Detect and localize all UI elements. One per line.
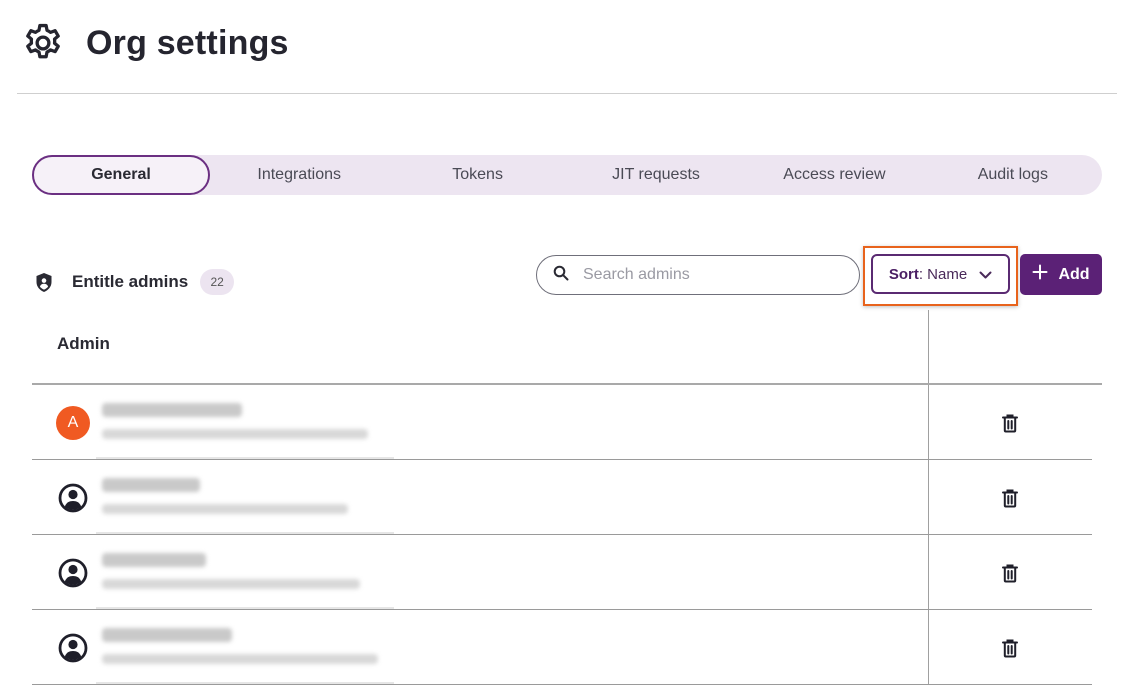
sort-value: Name [927, 265, 968, 283]
page-header: Org settings [20, 18, 289, 68]
sort-key-label: Sort [888, 265, 919, 283]
table-row [32, 610, 1092, 685]
tab-audit-logs[interactable]: Audit logs [924, 155, 1102, 195]
tab-tokens[interactable]: Tokens [388, 155, 566, 195]
trash-icon[interactable] [998, 636, 1022, 660]
admin-email-redacted [102, 504, 348, 514]
user-avatar-icon [56, 556, 90, 590]
user-avatar-icon [56, 631, 90, 665]
search-input[interactable] [583, 266, 823, 284]
table-row [32, 535, 1092, 610]
admin-count-badge: 22 [200, 269, 235, 295]
trash-icon[interactable] [998, 411, 1022, 435]
admin-name-redacted [102, 478, 200, 492]
column-header-admin: Admin [57, 334, 110, 353]
admin-email-redacted [102, 579, 360, 589]
user-avatar-icon [56, 481, 90, 515]
search-icon [553, 265, 569, 286]
gear-icon [20, 20, 66, 66]
table-row [32, 460, 1092, 535]
shield-icon [34, 271, 54, 293]
admin-name-redacted [102, 628, 232, 642]
chevron-down-icon [979, 266, 992, 283]
admin-email-redacted [102, 429, 368, 439]
add-admin-button[interactable]: Add [1020, 254, 1102, 295]
sort-dropdown[interactable]: Sort: Name [871, 254, 1010, 294]
page-title: Org settings [86, 23, 289, 62]
tab-jit-requests[interactable]: JIT requests [567, 155, 745, 195]
admin-name-redacted [102, 553, 206, 567]
add-button-label: Add [1058, 265, 1090, 283]
tab-general[interactable]: General [32, 155, 210, 195]
section-title: Entitle admins [72, 272, 189, 291]
tab-access-review[interactable]: Access review [745, 155, 923, 195]
avatar: A [56, 406, 90, 440]
search-box [536, 255, 860, 295]
admin-email-redacted [102, 654, 378, 664]
admin-name-redacted [102, 403, 242, 417]
plus-icon [1032, 264, 1048, 285]
trash-icon[interactable] [998, 486, 1022, 510]
section-header: Entitle admins 22 [34, 266, 235, 298]
header-divider [17, 93, 1117, 94]
trash-icon[interactable] [998, 561, 1022, 585]
tab-integrations[interactable]: Integrations [210, 155, 388, 195]
org-settings-page: Org settings General Integrations Tokens… [0, 0, 1124, 685]
table-row: A [32, 385, 1092, 460]
sort-text: Sort: Name [888, 265, 968, 283]
settings-tabs: General Integrations Tokens JIT requests… [32, 155, 1102, 195]
